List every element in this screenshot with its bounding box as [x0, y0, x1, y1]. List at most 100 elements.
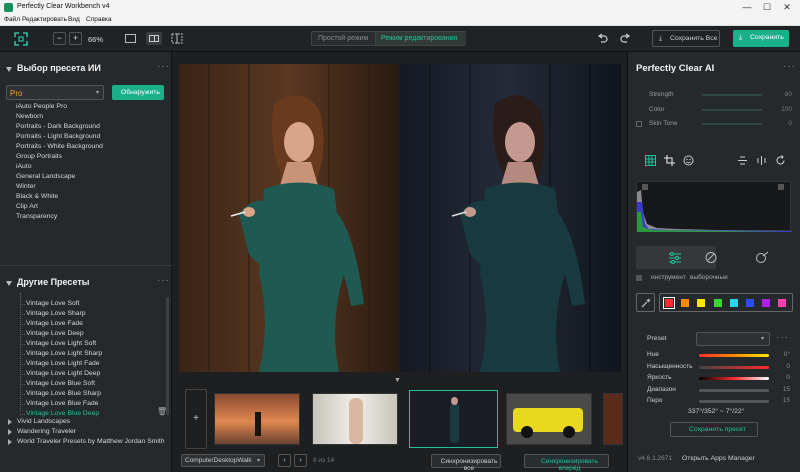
- preset-select[interactable]: Pro ▾: [6, 85, 104, 100]
- color-swatch[interactable]: [681, 299, 690, 307]
- color-swatch[interactable]: [729, 299, 738, 307]
- vintage-preset-item-active[interactable]: Vintage Love Blue Deep: [26, 410, 99, 417]
- flip-horizontal-icon[interactable]: [756, 155, 767, 166]
- ai-preset-item[interactable]: Clip Art: [16, 203, 38, 210]
- collapse-icon[interactable]: [6, 281, 12, 286]
- more-icon[interactable]: ···: [157, 275, 170, 286]
- sync-all-button[interactable]: Синхронизировать все: [431, 454, 501, 472]
- save-all-button[interactable]: ⤓ Сохранить Все: [652, 30, 720, 47]
- face-icon[interactable]: [683, 155, 694, 166]
- slider-track[interactable]: [702, 94, 762, 96]
- ai-preset-item[interactable]: Winter: [16, 183, 36, 190]
- ai-preset-item[interactable]: Newborn: [16, 113, 43, 120]
- save-preset-button[interactable]: Сохранить пресет: [670, 422, 758, 437]
- vintage-preset-item[interactable]: Vintage Love Light Deep: [26, 370, 100, 377]
- tab-edit-mode[interactable]: Режим редактирования: [375, 32, 466, 45]
- vintage-preset-item[interactable]: Vintage Love Sharp: [26, 310, 86, 317]
- maximize-button[interactable]: ☐: [760, 1, 774, 13]
- vintage-preset-item[interactable]: Vintage Love Light Sharp: [26, 350, 102, 357]
- ai-preset-item[interactable]: Portraits - Light Background: [16, 133, 100, 140]
- slider-track[interactable]: [702, 108, 762, 111]
- more-icon[interactable]: ···: [783, 61, 796, 72]
- collapse-filmstrip-icon[interactable]: ▼: [394, 377, 401, 384]
- scrollbar[interactable]: [166, 297, 169, 415]
- slider-track[interactable]: [702, 123, 762, 125]
- thumbnail[interactable]: [603, 393, 623, 445]
- color-swatch[interactable]: [697, 299, 706, 307]
- rotate-icon[interactable]: [775, 155, 786, 166]
- detect-button[interactable]: Обнаружить: [112, 85, 164, 100]
- next-image-button[interactable]: ›: [294, 454, 307, 467]
- grid-tool-icon[interactable]: [645, 155, 656, 166]
- vintage-preset-item[interactable]: Vintage Love Light Fade: [26, 360, 100, 367]
- folder-select[interactable]: ComputerDesktopWalk ▾: [181, 454, 265, 467]
- close-button[interactable]: ✕: [780, 1, 794, 13]
- vintage-preset-item[interactable]: Vintage Love Deep: [26, 330, 84, 337]
- ai-preset-item[interactable]: iAuto: [16, 163, 32, 170]
- add-image-button[interactable]: +: [185, 389, 207, 449]
- expand-icon[interactable]: [8, 429, 12, 435]
- menu-file[interactable]: Файл: [4, 16, 20, 23]
- eyedropper-button[interactable]: [636, 293, 655, 312]
- ai-preset-item[interactable]: Portraits - Dark Background: [16, 123, 100, 130]
- ai-preset-item[interactable]: Transparency: [16, 213, 57, 220]
- ai-preset-item[interactable]: iAuto People Pro: [16, 103, 67, 110]
- crop-icon[interactable]: [664, 155, 675, 166]
- ai-preset-item[interactable]: Group Portraits: [16, 153, 62, 160]
- menu-help[interactable]: Справка: [86, 16, 112, 23]
- apps-manager-link[interactable]: Открыть Apps Manager: [682, 455, 755, 462]
- vintage-preset-item[interactable]: Vintage Love Fade: [26, 320, 83, 327]
- preset-dropdown[interactable]: ▾: [696, 332, 770, 346]
- vintage-preset-item[interactable]: Vintage Love Light Soft: [26, 340, 96, 347]
- brush-tool-icon[interactable]: [704, 251, 718, 264]
- ai-preset-item[interactable]: General Landscape: [16, 173, 75, 180]
- skin-tone-checkbox[interactable]: [636, 121, 642, 127]
- thumbnail[interactable]: [312, 393, 398, 445]
- vintage-preset-item[interactable]: Vintage Love Blue Sharp: [26, 390, 101, 397]
- vintage-preset-item[interactable]: Vintage Love Blue Fade: [26, 400, 98, 407]
- adjust-slider[interactable]: [699, 365, 769, 369]
- undo-icon[interactable]: [597, 33, 608, 44]
- sync-forward-button[interactable]: Синхронизировать вперёд: [524, 454, 609, 472]
- color-swatch[interactable]: [778, 299, 787, 307]
- color-swatch[interactable]: [713, 299, 722, 307]
- thumbnail[interactable]: [214, 393, 300, 445]
- single-view-icon[interactable]: [125, 34, 136, 43]
- tab-simple-mode[interactable]: Простой режим: [318, 35, 368, 42]
- save-button[interactable]: ⤓ Сохранить: [733, 30, 789, 47]
- collapse-icon[interactable]: [6, 67, 12, 72]
- color-swatch[interactable]: [762, 299, 771, 307]
- preset-group-item[interactable]: World Traveler Presets by Matthew Jordan…: [17, 438, 165, 445]
- minimize-button[interactable]: —: [740, 1, 754, 13]
- delete-icon[interactable]: 🗑: [157, 407, 167, 416]
- preset-group-item[interactable]: Vivid Landscapes: [17, 418, 70, 425]
- ai-preset-item[interactable]: Portraits - White Background: [16, 143, 103, 150]
- adjust-slider[interactable]: [699, 377, 769, 380]
- flip-vertical-icon[interactable]: [737, 155, 748, 166]
- vintage-preset-item[interactable]: Vintage Love Soft: [26, 300, 80, 307]
- redo-icon[interactable]: [620, 33, 631, 44]
- expand-icon[interactable]: [8, 419, 12, 425]
- more-icon[interactable]: ···: [776, 332, 789, 343]
- menu-edit[interactable]: Редактировать: [22, 16, 67, 23]
- adjust-slider[interactable]: [699, 354, 769, 357]
- adjust-slider[interactable]: [699, 400, 769, 403]
- more-icon[interactable]: ···: [157, 61, 170, 72]
- thumbnail[interactable]: [506, 393, 592, 445]
- adjust-slider[interactable]: [699, 388, 769, 392]
- target-tool-icon[interactable]: [755, 251, 769, 264]
- tool-toggle[interactable]: [636, 275, 642, 281]
- color-swatch[interactable]: [746, 299, 754, 307]
- zoom-out-button[interactable]: −: [53, 32, 66, 45]
- vintage-preset-item[interactable]: Vintage Love Blue Soft: [26, 380, 95, 387]
- thumbnail-selected[interactable]: [409, 390, 498, 448]
- menu-view[interactable]: Вид: [68, 16, 80, 23]
- ai-preset-item[interactable]: Black & White: [16, 193, 58, 200]
- preset-group-item[interactable]: Wandering Traveler: [17, 428, 76, 435]
- previous-image-button[interactable]: ‹: [278, 454, 291, 467]
- color-swatch[interactable]: [663, 297, 675, 309]
- split-view-button[interactable]: [146, 32, 162, 45]
- compare-view-icon[interactable]: [171, 33, 183, 44]
- expand-icon[interactable]: [8, 439, 12, 445]
- zoom-in-button[interactable]: +: [69, 32, 82, 45]
